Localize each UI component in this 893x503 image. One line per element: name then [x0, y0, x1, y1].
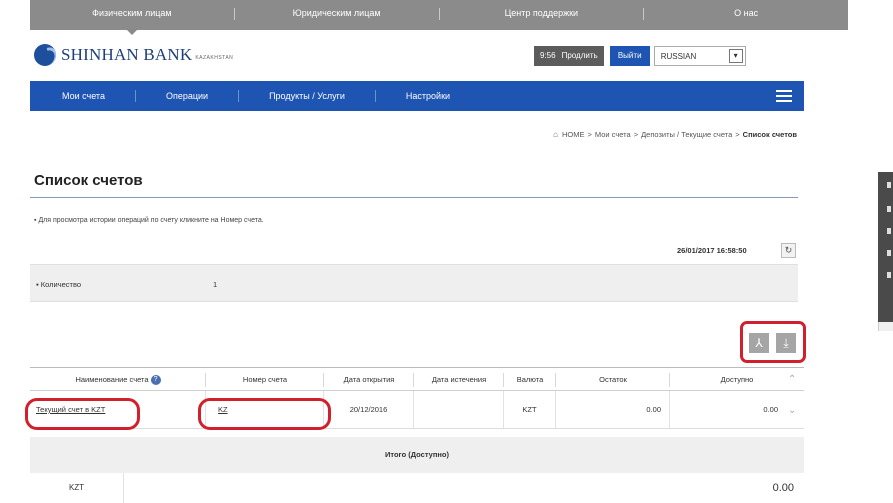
open-date-cell: 20/12/2016	[324, 391, 414, 428]
count-value: 1	[213, 280, 218, 289]
column-header: Дата открытия	[324, 368, 414, 390]
breadcrumb-current: Список счетов	[742, 130, 797, 139]
brand-name: SHINHAN BANK	[61, 45, 193, 64]
column-header-label: Наименование счета	[75, 375, 149, 384]
breadcrumb-my-accounts[interactable]: Мои счета	[595, 130, 631, 139]
nav-products[interactable]: Продукты / Услуги	[239, 91, 375, 101]
session-timer: 9:56	[534, 46, 562, 66]
timestamp: 26/01/2017 16:58:50	[677, 246, 747, 255]
logo-mark-icon	[34, 44, 56, 66]
column-header-label: Доступно	[720, 375, 754, 384]
column-header: Наименование счета?	[30, 368, 206, 390]
expiry-date-cell	[414, 391, 504, 428]
available-value: 0.00	[763, 405, 778, 414]
main-navigation: Мои счета Операции Продукты / Услуги Нас…	[30, 81, 804, 111]
session-controls: 9:56 Продлить Выйти RUSSIAN ▾	[534, 46, 746, 66]
top-nav-label: Юридическим лицам	[292, 8, 381, 18]
available-cell: 0.00 ⌄	[670, 391, 804, 428]
table-row: Текущий счет в KZT KZ 20/12/2016 KZT 0.0…	[30, 391, 804, 429]
bank-logo[interactable]: SHINHAN BANK KAZAKHSTAN	[34, 44, 233, 66]
totals-row: KZT 0.00	[30, 473, 804, 503]
count-label-text: Количество	[40, 280, 82, 289]
page-title: Список счетов	[34, 172, 143, 189]
column-header: Дата истечения	[414, 368, 504, 390]
menu-icon[interactable]	[776, 90, 792, 102]
balance-cell: 0.00	[556, 391, 670, 428]
top-nav-about[interactable]: О нас	[644, 0, 848, 30]
home-icon: ⌂	[553, 130, 559, 139]
column-header: Остаток	[556, 368, 670, 390]
totals-header: Итого (Доступно)	[30, 437, 804, 473]
side-panel-tab[interactable]	[887, 272, 891, 278]
currency-cell: KZT	[504, 391, 556, 428]
info-icon[interactable]: ?	[150, 375, 161, 386]
top-nav-support[interactable]: Центр поддержки	[440, 0, 644, 30]
info-note-text: Для просмотра истории операций по счету …	[38, 217, 264, 224]
top-nav-label: О нас	[734, 8, 759, 18]
logout-button[interactable]: Выйти	[609, 46, 650, 66]
breadcrumb-separator: >	[587, 130, 592, 139]
highlight-oval-account-name	[25, 398, 140, 430]
download-icon[interactable]: ⤓	[776, 333, 796, 353]
breadcrumb-separator: >	[735, 130, 740, 139]
side-panel-tab[interactable]	[887, 228, 891, 234]
info-note: ▪ Для просмотра истории операций по счет…	[34, 217, 264, 224]
nav-my-accounts[interactable]: Мои счета	[30, 91, 135, 101]
count-label: ▪ Количество	[36, 280, 82, 289]
active-caret	[126, 30, 137, 35]
top-navigation: Физическим лицам Юридическим лицам Центр…	[30, 0, 848, 35]
accounts-table: Наименование счета? Номер счета Дата отк…	[30, 367, 804, 429]
totals-amount: 0.00	[772, 482, 794, 494]
top-nav-legal[interactable]: Юридическим лицам	[235, 0, 439, 30]
brand-sub: KAZAKHSTAN	[195, 55, 234, 61]
side-panel-tab[interactable]	[887, 206, 891, 212]
language-value: RUSSIAN	[660, 51, 697, 61]
dropdown-arrow-icon[interactable]: ▾	[728, 49, 743, 63]
extend-session-button[interactable]: Продлить	[561, 46, 604, 66]
side-quick-panel[interactable]	[878, 172, 893, 322]
refresh-icon[interactable]: ↻	[781, 243, 796, 258]
top-nav-label: Физическим лицам	[92, 8, 172, 18]
breadcrumb: ⌂ HOME > Мои счета > Депозиты / Текущие …	[553, 130, 797, 139]
count-panel: ▪ Количество 1	[30, 264, 798, 302]
language-select[interactable]: RUSSIAN ▾	[653, 46, 746, 66]
pdf-icon[interactable]: ⅄	[749, 333, 769, 353]
column-header: Доступно ⌃	[670, 368, 804, 390]
side-panel-tab[interactable]	[887, 250, 891, 256]
title-underline	[30, 197, 798, 198]
breadcrumb-home[interactable]: HOME	[562, 130, 585, 139]
scroll-up-icon[interactable]: ⌃	[788, 375, 796, 385]
totals-currency: KZT	[30, 473, 124, 503]
column-header: Валюта	[504, 368, 556, 390]
nav-operations[interactable]: Операции	[136, 91, 238, 101]
scroll-down-icon[interactable]: ⌄	[788, 406, 796, 416]
side-panel-tab[interactable]	[887, 182, 891, 188]
column-header: Номер счета	[206, 368, 324, 390]
highlight-oval-account-number	[198, 398, 331, 430]
nav-settings[interactable]: Настройки	[376, 91, 480, 101]
table-header: Наименование счета? Номер счета Дата отк…	[30, 367, 804, 391]
top-nav-label: Центр поддержки	[504, 8, 579, 18]
breadcrumb-deposits[interactable]: Депозиты / Текущие счета	[641, 130, 732, 139]
top-nav-individuals[interactable]: Физическим лицам	[30, 0, 234, 35]
side-panel-footer	[878, 322, 893, 331]
breadcrumb-separator: >	[633, 130, 639, 139]
